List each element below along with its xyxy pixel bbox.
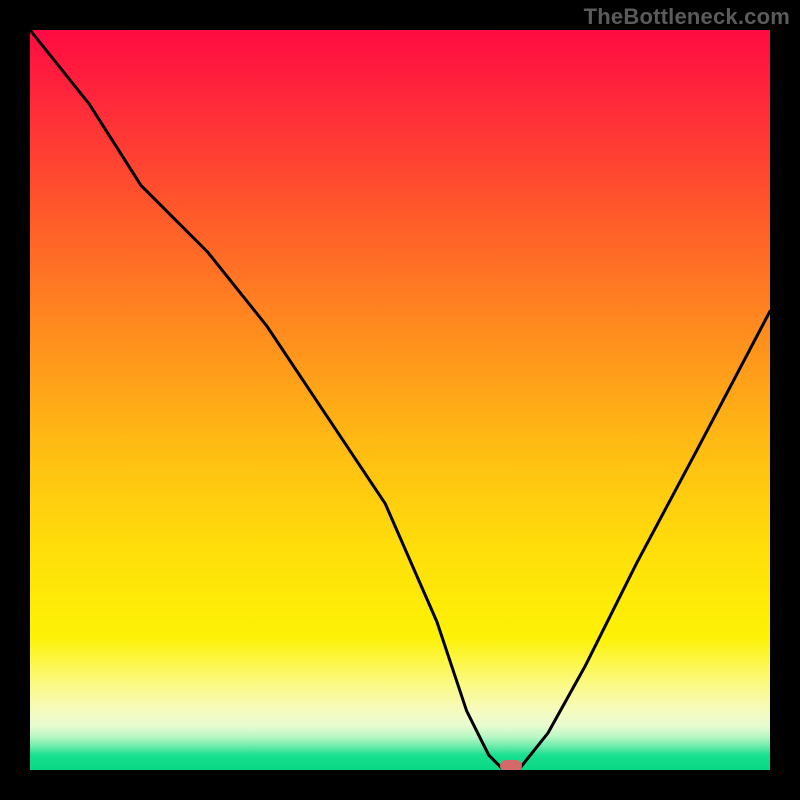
- optimum-marker: [500, 760, 522, 770]
- brand-watermark: TheBottleneck.com: [584, 4, 790, 30]
- bottleneck-curve: [30, 30, 770, 770]
- curve-path: [30, 30, 770, 770]
- plot-area: [30, 30, 770, 770]
- stage: TheBottleneck.com: [0, 0, 800, 800]
